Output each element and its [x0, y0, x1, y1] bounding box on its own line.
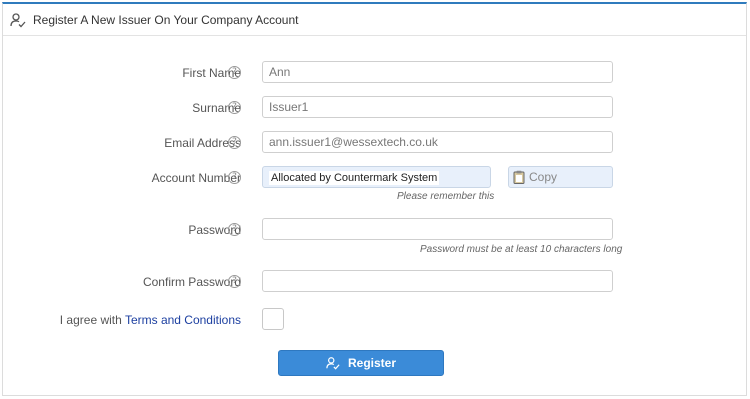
- confirm-password-label: Confirm Password: [142, 275, 241, 289]
- help-icon[interactable]: ?: [228, 223, 241, 236]
- confirm-password-row: Confirm Password ?: [3, 270, 746, 294]
- account-number-value: Allocated by Countermark System: [269, 171, 440, 185]
- password-field[interactable]: [262, 218, 613, 240]
- help-icon[interactable]: ?: [228, 66, 241, 79]
- surname-field[interactable]: Issuer1: [262, 96, 613, 118]
- user-check-icon: [10, 13, 26, 28]
- user-check-icon: [326, 357, 340, 370]
- password-hint: Password must be at least 10 characters …: [420, 244, 623, 255]
- clipboard-icon: [513, 170, 525, 184]
- register-label: Register: [347, 356, 397, 370]
- panel-header: Register A New Issuer On Your Company Ac…: [3, 4, 746, 36]
- first-name-row: First Name ? Ann: [3, 61, 746, 85]
- copy-button[interactable]: Copy: [508, 166, 613, 188]
- terms-checkbox[interactable]: [262, 308, 284, 330]
- account-number-row: Account Number ? Allocated by Countermar…: [3, 166, 746, 190]
- account-number-field: Allocated by Countermark System: [262, 166, 491, 188]
- email-row: Email Address ? ann.issuer1@wessextech.c…: [3, 131, 746, 155]
- surname-row: Surname ? Issuer1: [3, 96, 746, 120]
- password-row: Password ?: [3, 218, 746, 242]
- help-icon[interactable]: ?: [228, 136, 241, 149]
- confirm-password-field[interactable]: [262, 270, 613, 292]
- terms-link[interactable]: Terms and Conditions: [125, 313, 241, 327]
- page-title: Register A New Issuer On Your Company Ac…: [33, 13, 299, 27]
- help-icon[interactable]: ?: [228, 275, 241, 288]
- register-issuer-panel: Register A New Issuer On Your Company Ac…: [2, 2, 747, 396]
- account-number-hint: Please remember this: [397, 191, 495, 202]
- help-icon[interactable]: ?: [228, 101, 241, 114]
- agree-label: I agree with: [59, 313, 122, 327]
- email-field[interactable]: ann.issuer1@wessextech.co.uk: [262, 131, 613, 153]
- first-name-field[interactable]: Ann: [262, 61, 613, 83]
- terms-agreement: I agree with Terms and Conditions: [60, 313, 241, 327]
- copy-label: Copy: [529, 170, 558, 184]
- register-button[interactable]: Register: [278, 350, 444, 376]
- help-icon[interactable]: ?: [228, 171, 241, 184]
